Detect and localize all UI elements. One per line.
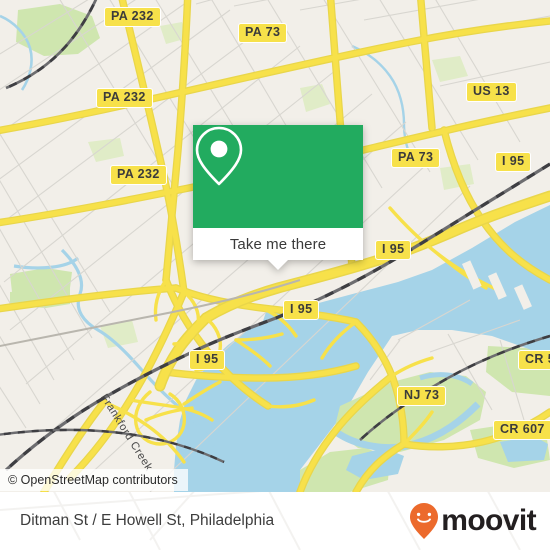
- screenshot-root: Frankford Creek PA 232 PA 73 PA 232 US 1…: [0, 0, 550, 550]
- popup-footer[interactable]: Take me there: [193, 228, 363, 270]
- map-canvas[interactable]: Frankford Creek PA 232 PA 73 PA 232 US 1…: [0, 0, 550, 492]
- road-shield-i-95-center[interactable]: I 95: [283, 300, 320, 320]
- road-shield-pa-232-south[interactable]: PA 232: [110, 165, 167, 185]
- osm-attribution[interactable]: © OpenStreetMap contributors: [0, 469, 188, 491]
- road-shield-pa-232-mid[interactable]: PA 232: [96, 88, 153, 108]
- map-pin-icon: [195, 126, 243, 186]
- road-shield-cr-543[interactable]: CR 543: [518, 350, 550, 370]
- road-shield-cr-607[interactable]: CR 607: [493, 420, 550, 440]
- road-shield-i-95-west[interactable]: I 95: [189, 350, 226, 370]
- road-shield-pa-73-east[interactable]: PA 73: [391, 148, 441, 168]
- moovit-pin-icon: [410, 503, 439, 539]
- road-shield-pa-232-north[interactable]: PA 232: [104, 7, 161, 27]
- road-shield-us-13[interactable]: US 13: [466, 82, 517, 102]
- moovit-logo[interactable]: moovit: [409, 502, 537, 540]
- moovit-wordmark: moovit: [441, 504, 536, 537]
- location-title: Ditman St / E Howell St, Philadelphia: [20, 512, 275, 529]
- road-shield-i-95-east[interactable]: I 95: [375, 240, 412, 260]
- popup-pointer-tail: [267, 259, 289, 270]
- take-me-there-label: Take me there: [229, 235, 327, 253]
- road-shield-pa-73-north[interactable]: PA 73: [238, 23, 288, 43]
- location-popup[interactable]: Take me there: [193, 125, 363, 270]
- road-shield-nj-73[interactable]: NJ 73: [397, 386, 447, 406]
- popup-header: [193, 125, 363, 228]
- bottom-info-bar: Ditman St / E Howell St, Philadelphia mo…: [0, 492, 550, 550]
- road-shield-i-95-ne[interactable]: I 95: [495, 152, 532, 172]
